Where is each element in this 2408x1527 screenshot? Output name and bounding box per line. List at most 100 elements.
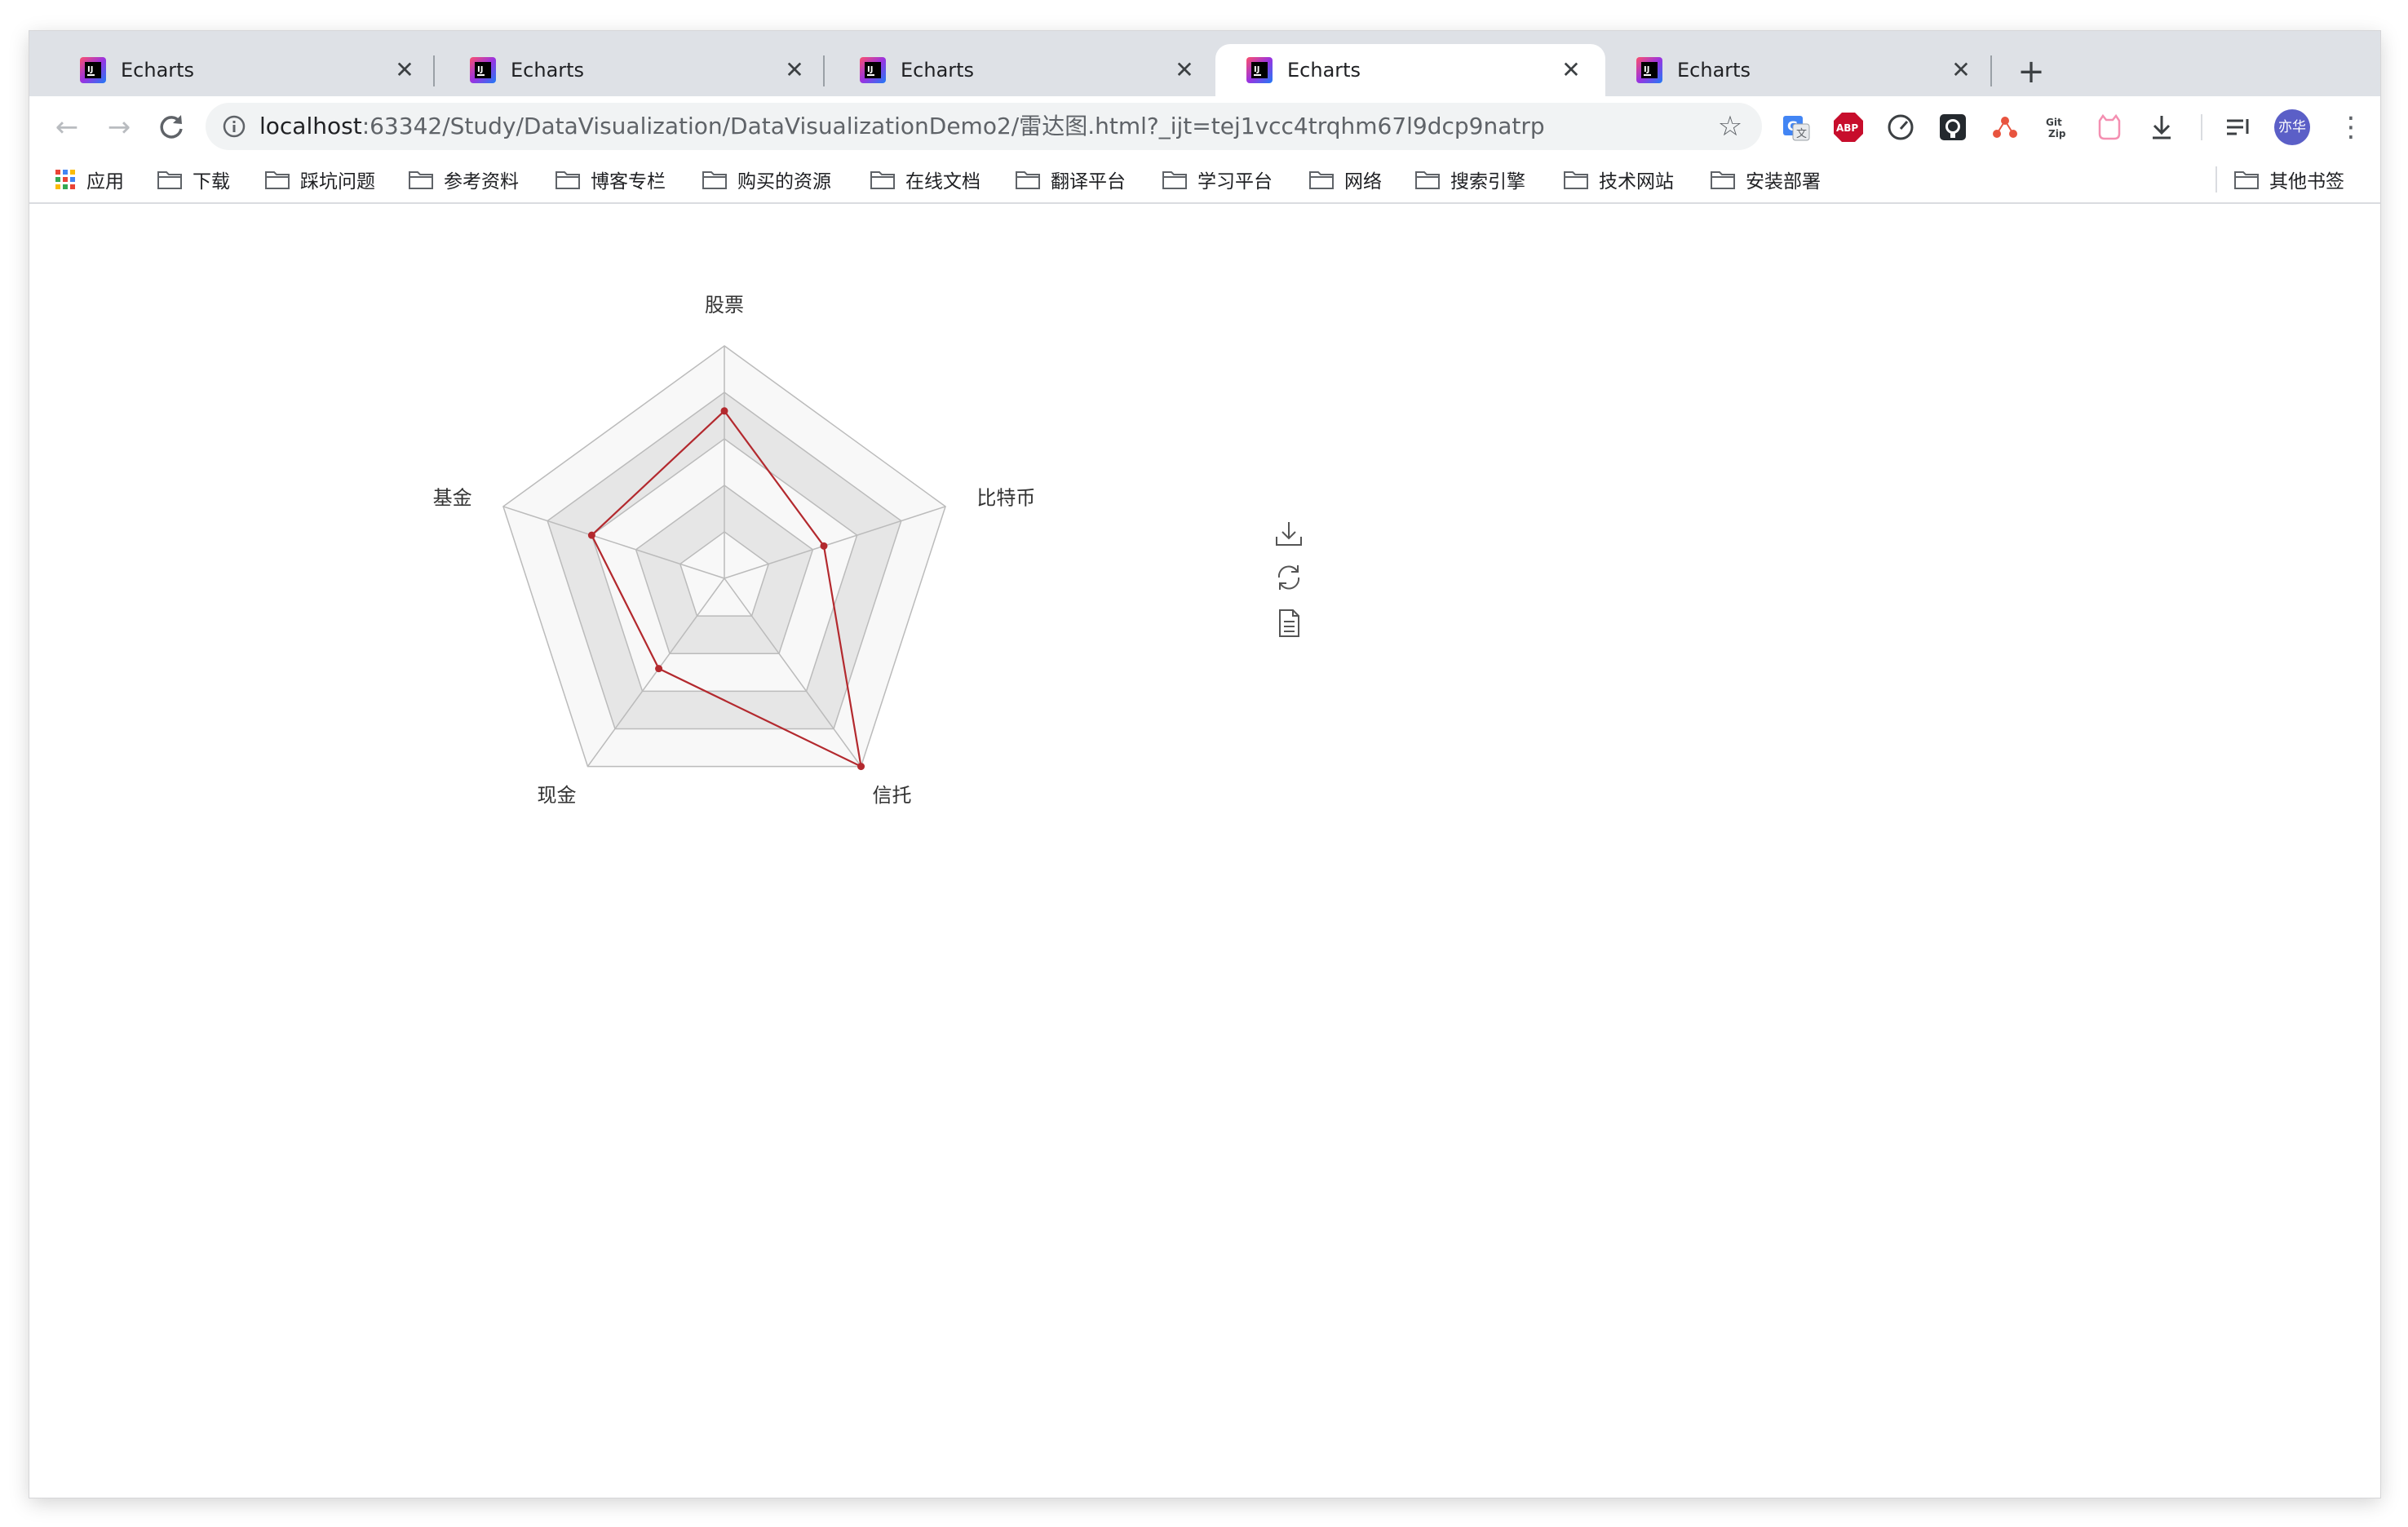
browser-toolbar: ← → localhost:63342/Study/DataVisualizat… <box>29 96 2380 157</box>
bookmark-label: 参考资料 <box>444 171 519 193</box>
toolbar-divider <box>2201 114 2202 140</box>
network-extension-icon[interactable] <box>1989 111 2021 144</box>
folder-icon <box>556 171 580 189</box>
bookmark-folder[interactable]: 参考资料 <box>408 162 519 197</box>
bookmark-folder[interactable]: 网络 <box>1308 162 1382 197</box>
google-translate-icon[interactable]: G文 <box>1780 111 1813 144</box>
intellij-icon: IJ <box>80 57 106 83</box>
tab-divider <box>433 55 435 86</box>
folder-icon <box>1415 171 1440 189</box>
tab-4-active[interactable]: IJ Echarts ✕ <box>1215 44 1605 96</box>
bookmark-folder[interactable]: 学习平台 <box>1162 162 1273 197</box>
bookmark-label: 博客专栏 <box>591 171 666 193</box>
radar-indicator-label: 比特币 <box>976 486 1035 509</box>
bookmark-folder[interactable]: 购买的资源 <box>702 162 831 197</box>
reload-button[interactable] <box>152 108 191 147</box>
address-bar[interactable]: localhost:63342/Study/DataVisualization/… <box>206 103 1762 150</box>
bookmark-label: 下载 <box>193 171 230 193</box>
svg-text:IJ: IJ <box>87 65 93 74</box>
bookmark-folder[interactable]: 搜索引擎 <box>1414 162 1525 197</box>
bookmark-folder[interactable]: 踩坑问题 <box>264 162 375 197</box>
apps-grid-icon <box>55 170 75 189</box>
url-path: :63342/Study/DataVisualization/DataVisua… <box>361 113 1545 139</box>
bookmark-folder[interactable]: 安装部署 <box>1710 162 1821 197</box>
tab-divider <box>823 55 825 86</box>
radar-data-point <box>720 407 728 415</box>
restore-icon[interactable] <box>1273 561 1305 594</box>
bookmark-folder[interactable]: 在线文档 <box>870 162 980 197</box>
tab-3[interactable]: IJ Echarts ✕ <box>829 44 1219 96</box>
speedometer-icon[interactable] <box>1884 111 1917 144</box>
folder-icon <box>870 171 895 189</box>
new-tab-button[interactable]: + <box>2012 52 2051 91</box>
bookmarks-bar: 应用 下载 踩坑问题 参考资料 博客专栏 购买的资源 在线文档 翻译平台 学习平台 网络 搜索引擎… <box>29 157 2380 204</box>
bookmark-label: 踩坑问题 <box>300 171 375 193</box>
svg-text:Git: Git <box>2046 117 2062 128</box>
bookmark-other[interactable]: 其他书签 <box>2233 162 2344 197</box>
bookmark-label: 安装部署 <box>1746 171 1821 193</box>
svg-text:IJ: IJ <box>1254 65 1259 74</box>
folder-icon <box>1309 171 1334 189</box>
intellij-icon: IJ <box>1246 57 1273 83</box>
svg-text:文: 文 <box>1796 128 1807 140</box>
bookmark-label: 网络 <box>1344 171 1382 193</box>
radar-data-point <box>857 763 865 771</box>
bookmark-label: 学习平台 <box>1197 171 1273 193</box>
gitzip-icon[interactable]: GitZip <box>2041 111 2074 144</box>
url-text[interactable]: localhost:63342/Study/DataVisualization/… <box>259 110 1545 143</box>
radar-data-point <box>587 531 595 539</box>
github-icon[interactable] <box>1937 111 1969 144</box>
bookmark-folder[interactable]: 博客专栏 <box>555 162 666 197</box>
folder-icon <box>157 171 182 189</box>
menu-kebab-icon[interactable]: ⋮ <box>2331 108 2370 147</box>
tab-title: Echarts <box>121 59 195 82</box>
tab-5[interactable]: IJ Echarts ✕ <box>1605 44 1995 96</box>
tab-title: Echarts <box>511 59 585 82</box>
adblock-plus-icon[interactable]: ABP <box>1832 111 1865 144</box>
bookmark-folder[interactable]: 翻译平台 <box>1015 162 1126 197</box>
bookmark-label: 技术网站 <box>1599 171 1674 193</box>
tab-1[interactable]: IJ Echarts ✕ <box>49 44 439 96</box>
radar-indicator-label: 股票 <box>705 294 744 316</box>
browser-window: IJ Echarts ✕ IJ Echarts ✕ IJ Echarts ✕ I… <box>29 31 2380 1498</box>
info-icon[interactable] <box>222 114 246 139</box>
radar-data-point <box>655 665 663 673</box>
media-queue-icon[interactable] <box>2222 111 2255 144</box>
tab-title: Echarts <box>1677 59 1751 82</box>
tab-title: Echarts <box>901 59 975 82</box>
folder-icon <box>409 171 433 189</box>
folder-icon <box>2234 171 2259 189</box>
close-icon[interactable]: ✕ <box>1948 57 1974 83</box>
bookmark-apps[interactable]: 应用 <box>54 162 124 197</box>
bookmark-folder[interactable]: 技术网站 <box>1563 162 1674 197</box>
close-icon[interactable]: ✕ <box>392 57 418 83</box>
data-view-icon[interactable] <box>1273 607 1305 640</box>
folder-icon <box>702 171 727 189</box>
bookmark-folder[interactable]: 下载 <box>157 162 230 197</box>
download-icon[interactable] <box>2145 111 2178 144</box>
folder-icon <box>1711 171 1735 189</box>
bookmark-label: 购买的资源 <box>737 171 831 193</box>
forward-button[interactable]: → <box>100 108 139 147</box>
intellij-icon: IJ <box>470 57 496 83</box>
reload-icon <box>160 115 183 139</box>
svg-text:Zip: Zip <box>2048 128 2066 139</box>
back-button[interactable]: ← <box>47 108 86 147</box>
bookmark-label: 在线文档 <box>905 171 980 193</box>
close-icon[interactable]: ✕ <box>781 57 808 83</box>
tab-2[interactable]: IJ Echarts ✕ <box>439 44 829 96</box>
save-as-image-icon[interactable] <box>1273 517 1305 550</box>
profile-avatar[interactable]: 亦华 <box>2274 109 2310 145</box>
cat-extension-icon[interactable] <box>2093 111 2126 144</box>
radar-data-point <box>820 542 828 550</box>
close-icon[interactable]: ✕ <box>1171 57 1197 83</box>
folder-icon <box>1564 171 1588 189</box>
bookmark-star-icon[interactable]: ☆ <box>1715 111 1746 142</box>
close-icon[interactable]: ✕ <box>1558 57 1584 83</box>
bookmark-label: 应用 <box>86 171 124 193</box>
bookmark-label: 翻译平台 <box>1051 171 1126 193</box>
folder-icon <box>265 171 290 189</box>
intellij-icon: IJ <box>1636 57 1662 83</box>
page-content: 股票 比特币 信托 现金 基金 <box>29 204 2380 1498</box>
radar-indicator-label: 信托 <box>873 784 912 807</box>
